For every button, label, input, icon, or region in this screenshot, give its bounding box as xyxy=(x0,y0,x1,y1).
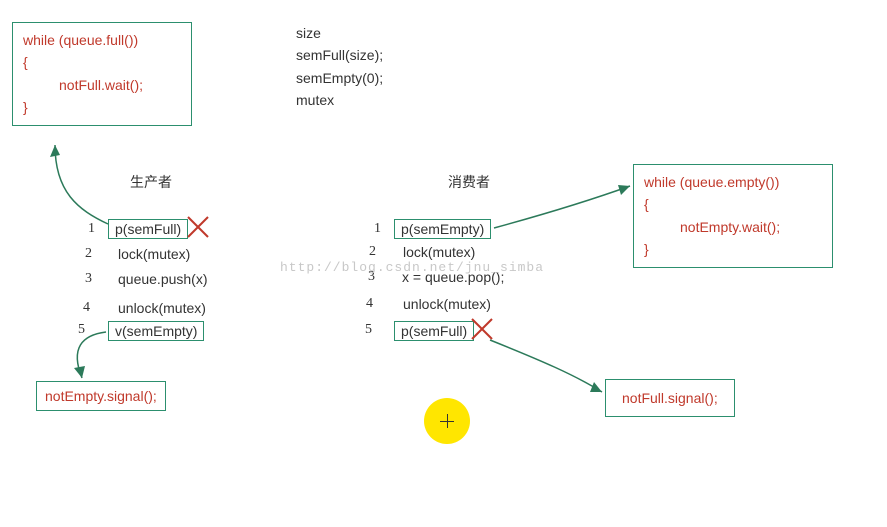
consumer-step-1: p(semEmpty) xyxy=(394,218,491,240)
producer-step-1-text: p(semFull) xyxy=(108,219,188,239)
arrow-consumer-to-while xyxy=(494,186,630,228)
arrowhead-4 xyxy=(590,382,602,392)
producer-num-3: 3 xyxy=(85,271,92,287)
consumer-step-5-text: p(semFull) xyxy=(394,321,474,341)
cursor-highlight-icon xyxy=(424,398,470,444)
consumer-step-4: unlock(mutex) xyxy=(403,296,491,312)
init-block: size semFull(size); semEmpty(0); mutex xyxy=(296,22,383,112)
producer-num-1: 1 xyxy=(88,221,95,237)
notfull-signal-box: notFull.signal(); xyxy=(605,379,735,417)
init-line-4: mutex xyxy=(296,89,383,111)
consumer-while-box: while (queue.empty()) { notEmpty.wait();… xyxy=(633,164,833,268)
producer-step-3: queue.push(x) xyxy=(118,271,208,287)
producer-while-l4: } xyxy=(23,96,181,118)
red-x-producer-icon xyxy=(188,217,208,237)
init-line-2: semFull(size); xyxy=(296,44,383,66)
producer-while-l3: notFull.wait(); xyxy=(23,74,181,96)
consumer-num-4: 4 xyxy=(366,296,373,312)
init-line-1: size xyxy=(296,22,383,44)
consumer-num-2: 2 xyxy=(369,244,376,260)
consumer-while-l1: while (queue.empty()) xyxy=(644,171,822,193)
producer-num-4: 4 xyxy=(83,300,90,316)
producer-while-l2: { xyxy=(23,51,181,73)
arrowhead-2 xyxy=(74,366,85,378)
producer-step-4: unlock(mutex) xyxy=(118,300,206,316)
arrow-consumer-to-signal xyxy=(490,340,602,392)
producer-step-5-text: v(semEmpty) xyxy=(108,321,204,341)
init-line-3: semEmpty(0); xyxy=(296,67,383,89)
producer-num-5: 5 xyxy=(78,322,85,338)
arrow-producer-to-while xyxy=(55,145,108,224)
arrow-producer-to-signal xyxy=(77,332,106,378)
consumer-label: 消费者 xyxy=(448,172,490,192)
consumer-step-5: p(semFull) xyxy=(394,320,474,342)
consumer-num-5: 5 xyxy=(365,322,372,338)
notempty-signal-box: notEmpty.signal(); xyxy=(36,381,166,411)
producer-step-5: v(semEmpty) xyxy=(108,320,204,342)
consumer-while-l3: notEmpty.wait(); xyxy=(644,216,822,238)
red-x-consumer-icon xyxy=(472,319,492,339)
producer-label: 生产者 xyxy=(130,172,172,192)
arrowhead-1 xyxy=(50,145,60,157)
producer-num-2: 2 xyxy=(85,246,92,262)
producer-while-box: while (queue.full()) { notFull.wait(); } xyxy=(12,22,192,126)
producer-step-1: p(semFull) xyxy=(108,218,188,240)
consumer-while-l2: { xyxy=(644,193,822,215)
producer-step-2: lock(mutex) xyxy=(118,246,190,262)
consumer-step-2: lock(mutex) xyxy=(403,244,475,260)
arrowhead-3 xyxy=(618,185,630,195)
consumer-num-1: 1 xyxy=(374,221,381,237)
producer-while-l1: while (queue.full()) xyxy=(23,29,181,51)
consumer-step-1-text: p(semEmpty) xyxy=(394,219,491,239)
watermark: http://blog.csdn.net/jnu_simba xyxy=(280,260,544,275)
consumer-while-l4: } xyxy=(644,238,822,260)
notfull-signal-text: notFull.signal(); xyxy=(622,390,718,406)
notempty-signal-text: notEmpty.signal(); xyxy=(45,388,157,404)
diagram-canvas: size semFull(size); semEmpty(0); mutex w… xyxy=(0,0,887,527)
